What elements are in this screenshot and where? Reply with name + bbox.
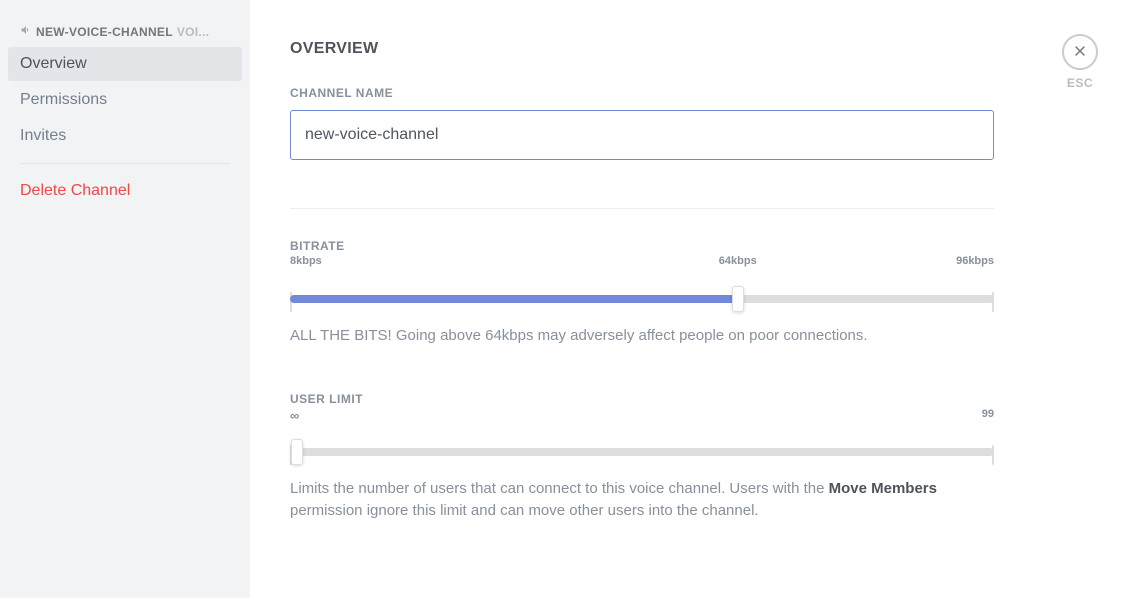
user-limit-label: USER LIMIT (290, 392, 994, 406)
user-limit-tick-min: ∞ (290, 408, 299, 423)
channel-name-section: CHANNEL NAME (290, 86, 994, 160)
bitrate-label: BITRATE (290, 239, 994, 253)
bitrate-thumb[interactable] (732, 286, 744, 312)
sidebar-item-label: Delete Channel (20, 182, 130, 199)
bitrate-tick-min: 8kbps (290, 255, 322, 267)
user-limit-section: USER LIMIT ∞ 99 Limits the number of use… (290, 392, 994, 523)
sidebar-channel-category: VOI... (177, 25, 209, 39)
sidebar-item-invites[interactable]: Invites (8, 119, 242, 153)
close-icon (1072, 43, 1088, 62)
bitrate-slider[interactable]: 8kbps 64kbps 96kbps (290, 275, 994, 303)
sidebar-item-label: Invites (20, 127, 66, 144)
section-divider (290, 208, 994, 209)
bitrate-track (290, 295, 994, 303)
bitrate-tick-max: 96kbps (956, 255, 994, 267)
bitrate-tick-mid: 64kbps (719, 255, 757, 267)
user-limit-slider[interactable]: ∞ 99 (290, 428, 994, 456)
bitrate-fill (290, 295, 738, 303)
close-button[interactable] (1062, 34, 1098, 70)
speaker-icon (20, 24, 32, 39)
close-column: ESC (1062, 34, 1098, 90)
sidebar-item-label: Overview (20, 55, 87, 72)
settings-sidebar: NEW-VOICE-CHANNEL VOI... Overview Permis… (0, 0, 250, 598)
sidebar-item-delete-channel[interactable]: Delete Channel (8, 174, 242, 208)
channel-name-label: CHANNEL NAME (290, 86, 994, 100)
channel-name-input[interactable] (290, 110, 994, 160)
user-limit-help-text: Limits the number of users that can conn… (290, 478, 994, 523)
user-limit-tick-max: 99 (982, 408, 994, 420)
sidebar-item-permissions[interactable]: Permissions (8, 83, 242, 117)
sidebar-item-label: Permissions (20, 91, 107, 108)
bitrate-section: BITRATE 8kbps 64kbps 96kbps ALL THE BITS… (290, 239, 994, 348)
sidebar-channel-header: NEW-VOICE-CHANNEL VOI... (8, 24, 242, 45)
slider-tick (992, 445, 994, 465)
sidebar-divider (20, 163, 230, 164)
page-title: OVERVIEW (290, 40, 994, 58)
user-limit-thumb[interactable] (291, 439, 303, 465)
close-label: ESC (1067, 76, 1093, 90)
slider-tick (992, 292, 994, 312)
settings-main: OVERVIEW CHANNEL NAME BITRATE 8kbps 64kb… (250, 0, 1124, 598)
sidebar-item-overview[interactable]: Overview (8, 47, 242, 81)
sidebar-channel-name: NEW-VOICE-CHANNEL (36, 25, 173, 39)
bitrate-help-text: ALL THE BITS! Going above 64kbps may adv… (290, 325, 994, 348)
user-limit-track (290, 448, 994, 456)
